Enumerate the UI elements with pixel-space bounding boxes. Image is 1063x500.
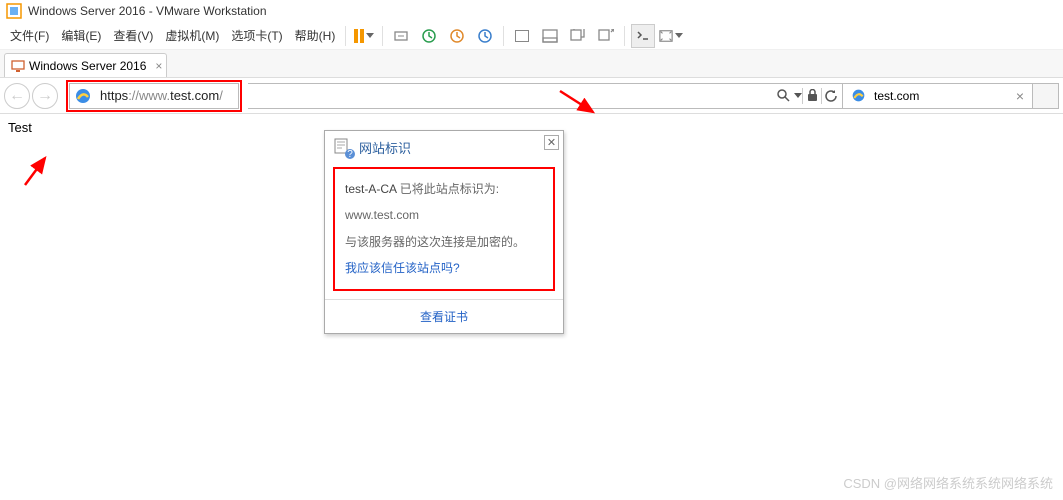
layout-thumb-icon[interactable] bbox=[538, 24, 562, 48]
ie-icon bbox=[851, 88, 866, 103]
popup-domain: www.test.com bbox=[345, 205, 543, 225]
separator bbox=[382, 26, 383, 46]
menu-bar: 文件(F) 编辑(E) 查看(V) 虚拟机(M) 选项卡(T) 帮助(H) bbox=[0, 22, 1063, 50]
menu-view[interactable]: 查看(V) bbox=[107, 24, 159, 47]
vmware-title-bar: Windows Server 2016 - VMware Workstation bbox=[0, 0, 1063, 22]
refresh-icon[interactable] bbox=[822, 83, 840, 109]
trust-link[interactable]: 我应该信任该站点吗? bbox=[345, 258, 543, 278]
vm-tab-strip: Windows Server 2016 × bbox=[0, 50, 1063, 78]
console-icon[interactable] bbox=[631, 24, 655, 48]
url-text[interactable]: https://www.test.com/ bbox=[96, 86, 238, 105]
forward-button[interactable]: → bbox=[32, 83, 58, 109]
close-icon[interactable]: × bbox=[155, 59, 162, 73]
new-tab-button[interactable] bbox=[1033, 83, 1059, 109]
separator bbox=[345, 26, 346, 46]
layout-single-icon[interactable] bbox=[510, 24, 534, 48]
layout-fullscreen-icon[interactable] bbox=[594, 24, 618, 48]
browser-tab[interactable]: test.com × bbox=[843, 83, 1033, 109]
monitor-icon bbox=[11, 59, 25, 73]
url-highlight-box: https://www.test.com/ bbox=[66, 80, 242, 112]
ie-icon bbox=[74, 87, 92, 105]
address-bar-right[interactable] bbox=[248, 83, 843, 109]
browser-tab-label: test.com bbox=[874, 89, 919, 103]
back-button[interactable]: ← bbox=[4, 83, 30, 109]
search-icon[interactable] bbox=[774, 83, 792, 109]
menu-help[interactable]: 帮助(H) bbox=[289, 24, 342, 47]
arrow-annotation bbox=[555, 86, 605, 131]
menu-tabs[interactable]: 选项卡(T) bbox=[225, 24, 288, 47]
close-icon[interactable]: ✕ bbox=[544, 135, 559, 150]
ca-name: test-A-CA bbox=[345, 182, 396, 196]
stretch-icon[interactable] bbox=[659, 24, 683, 48]
vmware-title-text: Windows Server 2016 - VMware Workstation bbox=[28, 4, 267, 18]
snapshot-revert-icon[interactable] bbox=[445, 24, 469, 48]
certificate-icon bbox=[333, 137, 353, 157]
layout-multi-icon[interactable] bbox=[566, 24, 590, 48]
menu-edit[interactable]: 编辑(E) bbox=[55, 24, 107, 47]
pause-button[interactable] bbox=[352, 24, 376, 48]
popup-encrypted: 与该服务器的这次连接是加密的。 bbox=[345, 232, 543, 252]
watermark: CSDN @网络网络系统系统网络系统 bbox=[843, 473, 1053, 492]
popup-title: 网站标识 bbox=[359, 138, 411, 157]
ie-toolbar: ← → https://www.test.com/ test.com × bbox=[0, 78, 1063, 114]
ca-suffix: 已将此站点标识为: bbox=[396, 182, 499, 196]
send-ctrl-alt-del-icon[interactable] bbox=[389, 24, 413, 48]
vm-tab[interactable]: Windows Server 2016 × bbox=[4, 53, 167, 77]
snapshot-manage-icon[interactable] bbox=[473, 24, 497, 48]
vmware-icon bbox=[6, 3, 22, 19]
view-certificate-button[interactable]: 查看证书 bbox=[325, 299, 563, 333]
snapshot-take-icon[interactable] bbox=[417, 24, 441, 48]
site-identity-popup: ✕ 网站标识 test-A-CA 已将此站点标识为: www.test.com … bbox=[324, 130, 564, 334]
menu-file[interactable]: 文件(F) bbox=[4, 24, 55, 47]
separator bbox=[503, 26, 504, 46]
menu-vm[interactable]: 虚拟机(M) bbox=[159, 24, 225, 47]
close-icon[interactable]: × bbox=[1012, 88, 1028, 104]
vm-tab-label: Windows Server 2016 bbox=[29, 59, 146, 73]
popup-body: test-A-CA 已将此站点标识为: www.test.com 与该服务器的这… bbox=[333, 167, 555, 291]
page-text: Test bbox=[8, 120, 32, 135]
lock-icon[interactable] bbox=[803, 83, 821, 109]
separator bbox=[624, 26, 625, 46]
dropdown-icon[interactable] bbox=[792, 83, 802, 109]
arrow-annotation bbox=[20, 150, 60, 195]
popup-header: 网站标识 bbox=[325, 131, 563, 163]
